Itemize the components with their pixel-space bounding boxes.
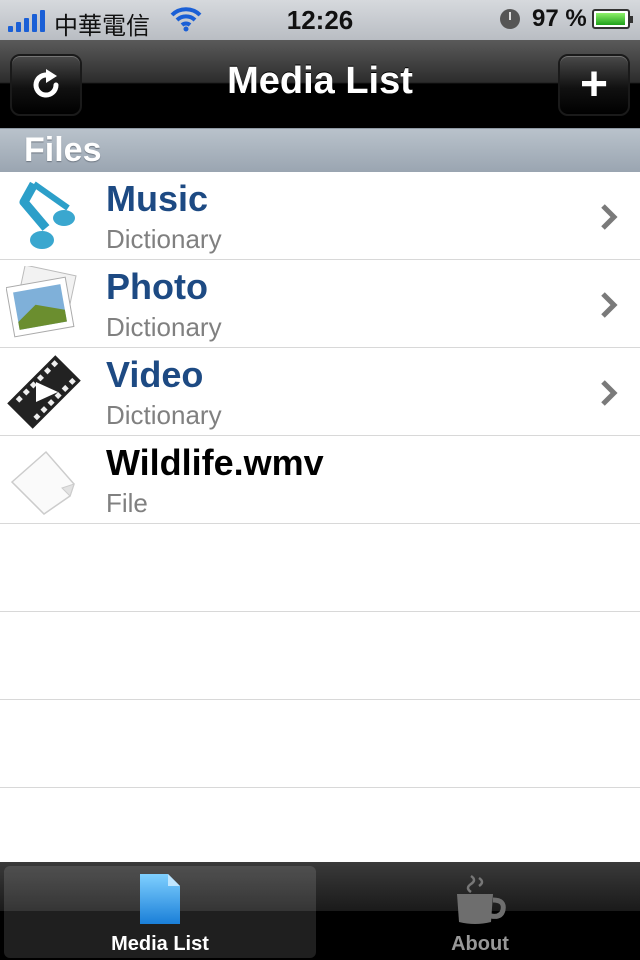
list-item-photo[interactable]: Photo Dictionary (0, 260, 640, 348)
tab-media-list[interactable]: Media List (4, 866, 316, 958)
row-subtitle: Dictionary (106, 312, 222, 342)
plus-icon: + (579, 58, 609, 111)
page-title: Media List (227, 60, 413, 102)
list-item-file[interactable]: Wildlife.wmv File (0, 436, 640, 524)
list-item-music[interactable]: Music Dictionary (0, 172, 640, 260)
tab-label: About (451, 933, 509, 955)
row-title: Photo (106, 266, 208, 307)
film-icon (7, 355, 81, 429)
tab-bar: Media List About (0, 862, 640, 960)
status-bar: 中華電信 12:26 97 % (0, 0, 640, 40)
row-title: Video (106, 354, 204, 395)
photo-icon (6, 266, 77, 338)
empty-row (0, 612, 640, 700)
row-subtitle: Dictionary (106, 224, 222, 254)
battery-icon (592, 9, 633, 29)
battery-percent: 97 % (532, 5, 587, 32)
section-header: Files (0, 128, 640, 172)
media-list: Music Dictionary Photo Dictionary Video … (0, 172, 640, 876)
coffee-cup-icon (457, 874, 506, 924)
document-icon (140, 874, 180, 924)
empty-row (0, 700, 640, 788)
chevron-right-icon (601, 292, 618, 318)
tab-label: Media List (111, 933, 209, 955)
row-subtitle: Dictionary (106, 400, 222, 430)
alarm-icon (500, 9, 520, 29)
file-icon (10, 450, 75, 515)
empty-row (0, 524, 640, 612)
add-button[interactable]: + (558, 54, 630, 116)
chevron-right-icon (601, 380, 618, 406)
chevron-right-icon (601, 204, 618, 230)
tab-about[interactable]: About (324, 866, 636, 958)
row-subtitle: File (106, 488, 148, 518)
list-item-video[interactable]: Video Dictionary (0, 348, 640, 436)
row-title: Wildlife.wmv (106, 442, 324, 483)
row-title: Music (106, 178, 209, 219)
music-note-icon (19, 181, 75, 249)
section-header-label: Files (24, 131, 102, 169)
navigation-bar: Media List + (0, 40, 640, 128)
